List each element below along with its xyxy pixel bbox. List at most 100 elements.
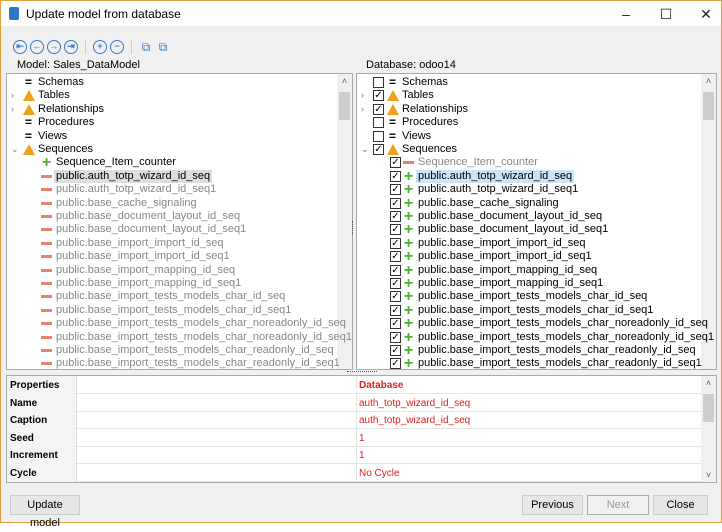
tree-item[interactable]: public.base_import_tests_models_char_nor… xyxy=(7,317,346,330)
tree-group-sequences[interactable]: ⌄ Sequences xyxy=(7,143,337,156)
first-difference-icon[interactable]: ⇤ xyxy=(13,40,27,54)
previous-difference-icon[interactable]: ← xyxy=(30,40,44,54)
tree-group-procedures[interactable]: = Procedures xyxy=(7,116,337,129)
tree-group-relationships[interactable]: › Relationships xyxy=(7,103,337,116)
checkbox[interactable]: ✓ xyxy=(390,237,401,249)
checkbox[interactable]: ✓ xyxy=(390,224,401,236)
checkbox[interactable]: ✓ xyxy=(390,170,401,182)
scroll-thumb[interactable] xyxy=(703,92,714,120)
database-tree[interactable]: ˄ = Schemas › ✓ Tables › ✓ Relationships = Proced… xyxy=(356,73,717,370)
tree-item[interactable]: public.base_import_tests_models_char_id_… xyxy=(7,304,337,317)
tree-group-schemas[interactable]: = Schemas xyxy=(357,76,687,89)
minimize-button[interactable]: – xyxy=(611,4,641,24)
checkbox[interactable]: ✓ xyxy=(390,264,401,276)
checkbox[interactable]: ✓ xyxy=(390,278,401,289)
dialog-window: Update model from database – ☐ ✕ ⇤ ← → ⇥… xyxy=(0,0,722,529)
checkbox[interactable]: ✓ xyxy=(390,251,401,263)
tree-group-relationships[interactable]: › ✓ Relationships xyxy=(357,103,687,116)
tree-item[interactable]: public.base_import_tests_models_char_id_… xyxy=(7,290,337,303)
scroll-up-icon[interactable]: ˄ xyxy=(701,378,716,388)
model-tree[interactable]: ˄ = Schemas › Tables › Relationships = Procedur… xyxy=(6,73,353,370)
expander-icon[interactable]: › xyxy=(361,103,364,116)
checkbox[interactable]: ✓ xyxy=(390,184,401,196)
tree-item[interactable]: public.base_import_import_id_seq xyxy=(7,237,337,250)
toolbar-separator xyxy=(131,40,132,54)
tree-group-views[interactable]: = Views xyxy=(7,130,337,143)
close-window-button[interactable]: ✕ xyxy=(691,4,721,24)
checkbox[interactable]: ✓ xyxy=(390,291,401,303)
expand-all-icon[interactable]: + xyxy=(93,40,107,54)
close-button[interactable]: Close xyxy=(653,495,708,515)
equals-icon: = xyxy=(24,75,32,89)
checkbox[interactable]: ✓ xyxy=(373,103,384,115)
horizontal-splitter[interactable] xyxy=(347,371,377,372)
last-difference-icon[interactable]: ⇥ xyxy=(64,40,78,54)
model-value xyxy=(77,411,357,430)
maximize-button[interactable]: ☐ xyxy=(651,4,681,24)
tree-item[interactable]: public.base_import_import_id_seq1 xyxy=(7,250,337,263)
scroll-down-icon[interactable]: ˅ xyxy=(701,470,716,480)
previous-button[interactable]: Previous xyxy=(522,495,583,515)
checkbox[interactable]: ✓ xyxy=(390,318,401,330)
tree-group-tables[interactable]: › Tables xyxy=(7,89,337,102)
tree-item[interactable]: public.base_document_layout_id_seq xyxy=(7,210,337,223)
tree-group-sequences[interactable]: ⌄ ✓ Sequences xyxy=(357,143,687,156)
tree-item[interactable]: public.base_import_mapping_id_seq1 xyxy=(7,277,337,290)
checkbox[interactable]: ✓ xyxy=(373,144,384,155)
expander-icon[interactable]: › xyxy=(11,89,14,102)
tree-label: public.base_import_tests_models_char_nor… xyxy=(418,330,714,343)
tree-item[interactable]: public.auth_totp_wizard_id_seq xyxy=(7,169,337,183)
toolbar-separator xyxy=(85,40,86,54)
checkbox[interactable]: ✓ xyxy=(390,358,401,369)
database-value: 1 xyxy=(357,446,702,465)
checkbox[interactable]: ✓ xyxy=(373,90,384,102)
update-model-button[interactable]: Update model xyxy=(10,495,80,529)
checkbox[interactable] xyxy=(373,117,384,129)
collapse-all-icon[interactable]: − xyxy=(110,40,124,54)
checkbox[interactable]: ✓ xyxy=(390,331,401,343)
tree-group-views[interactable]: = Views xyxy=(357,130,687,143)
tree-label: public.base_import_tests_models_char_id_… xyxy=(56,290,286,303)
property-name: Caption xyxy=(7,411,77,430)
deselect-all-icon[interactable]: ⧉ xyxy=(156,40,170,54)
vertical-splitter[interactable] xyxy=(352,221,355,235)
tree-item[interactable]: public.auth_totp_wizard_id_seq1 xyxy=(7,183,337,196)
scroll-thumb[interactable] xyxy=(703,394,714,422)
tree-label: public.base_import_tests_models_char_nor… xyxy=(56,317,346,330)
checkbox[interactable]: ✓ xyxy=(390,304,401,316)
grid-row: Seed 1 xyxy=(7,428,702,447)
checkbox[interactable]: ✓ xyxy=(390,197,401,209)
tree-group-schemas[interactable]: = Schemas xyxy=(7,76,337,89)
expander-icon[interactable]: ⌄ xyxy=(361,143,369,156)
expander-icon[interactable]: ⌄ xyxy=(11,143,19,156)
tree-item[interactable]: public.base_import_tests_models_char_rea… xyxy=(7,357,340,369)
tree-item[interactable]: + Sequence_Item_counter xyxy=(7,155,337,171)
expander-icon[interactable]: › xyxy=(11,103,14,116)
checkbox[interactable] xyxy=(373,130,384,142)
tree-item[interactable]: public.base_document_layout_id_seq1 xyxy=(7,223,337,236)
tree-label: public.base_document_layout_id_seq1 xyxy=(56,223,247,236)
tree-item[interactable]: public.base_import_tests_models_char_nor… xyxy=(7,331,352,344)
select-all-icon[interactable]: ⧉ xyxy=(139,40,153,54)
tree-label: Schemas xyxy=(402,76,448,88)
checkbox[interactable]: ✓ xyxy=(390,345,401,356)
minus-icon xyxy=(41,228,52,232)
next-button[interactable]: Next xyxy=(587,495,649,515)
checkbox[interactable] xyxy=(373,77,384,88)
scroll-thumb[interactable] xyxy=(339,92,350,120)
tree-item[interactable]: public.base_import_mapping_id_seq xyxy=(7,264,337,277)
tree-group-tables[interactable]: › ✓ Tables xyxy=(357,89,687,102)
scrollbar[interactable]: ˄ ˅ xyxy=(701,376,716,482)
checkbox[interactable]: ✓ xyxy=(390,211,401,222)
grid-row: Name auth_totp_wizard_id_seq xyxy=(7,393,702,412)
grid-row: Cycle No Cycle xyxy=(7,464,702,482)
property-name: Name xyxy=(7,393,77,412)
next-difference-icon[interactable]: → xyxy=(47,40,61,54)
tree-item[interactable]: public.base_import_tests_models_char_rea… xyxy=(7,344,337,357)
expander-icon[interactable]: › xyxy=(361,89,364,102)
property-name: Seed xyxy=(7,428,77,447)
minus-icon xyxy=(41,308,52,312)
tree-item[interactable]: public.base_cache_signaling xyxy=(7,197,337,210)
checkbox[interactable]: ✓ xyxy=(390,157,401,169)
tree-group-procedures[interactable]: = Procedures xyxy=(357,116,687,129)
